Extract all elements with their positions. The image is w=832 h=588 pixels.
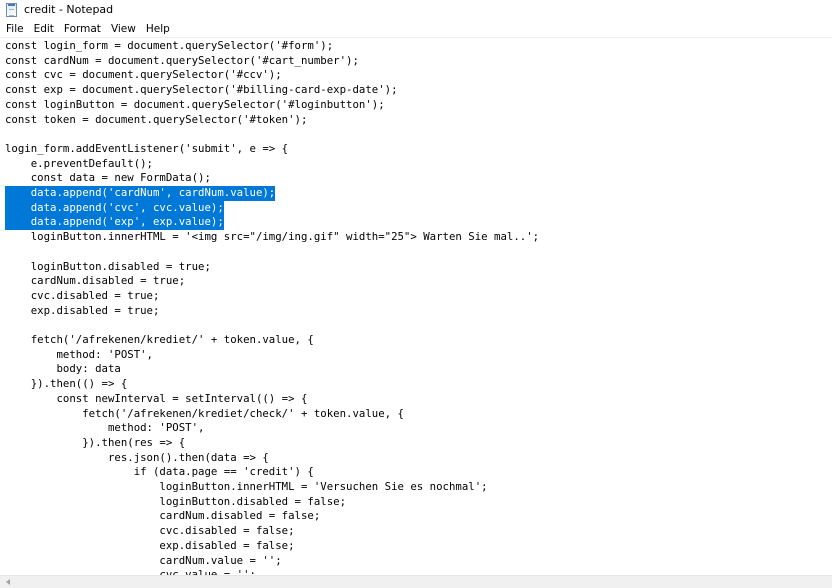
code-line: cvc.value = '';	[5, 568, 256, 575]
code-line: const loginButton = document.querySelect…	[5, 97, 385, 111]
code-line: const newInterval = setInterval(() => {	[5, 391, 308, 405]
menu-edit[interactable]: Edit	[29, 22, 59, 37]
horizontal-scrollbar[interactable]	[0, 575, 832, 588]
window-title: credit - Notepad	[24, 3, 114, 16]
chevron-left-icon[interactable]	[0, 576, 16, 588]
code-line: const cardNum = document.querySelector('…	[5, 53, 359, 67]
menu-view[interactable]: View	[106, 22, 141, 37]
selected-code-line: data.append('cardNum', cardNum.value);	[5, 186, 276, 201]
code-line: loginButton.innerHTML = '<img src="/img/…	[5, 230, 540, 244]
code-line: cardNum.disabled = true;	[5, 274, 186, 288]
code-line: method: 'POST',	[5, 421, 205, 435]
code-line: loginButton.disabled = true;	[5, 259, 211, 273]
menu-file[interactable]: File	[1, 22, 29, 37]
text-editor[interactable]: const login_form = document.querySelecto…	[0, 38, 832, 575]
title-bar[interactable]: credit - Notepad	[0, 0, 832, 21]
code-line: if (data.page == 'credit') {	[5, 465, 314, 479]
code-line: res.json().then(data => {	[5, 450, 269, 464]
code-line: e.preventDefault();	[5, 156, 153, 170]
code-line: exp.disabled = true;	[5, 303, 160, 317]
code-line: const exp = document.querySelector('#bil…	[5, 83, 398, 97]
menu-bar: File Edit Format View Help	[0, 22, 832, 37]
code-line: login_form.addEventListener('submit', e …	[5, 141, 289, 155]
code-line: const cvc = document.querySelector('#ccv…	[5, 68, 282, 82]
code-line: const token = document.querySelector('#t…	[5, 112, 308, 126]
code-line: method: 'POST',	[5, 347, 153, 361]
menu-format[interactable]: Format	[59, 22, 106, 37]
code-line: }).then(() => {	[5, 377, 128, 391]
selected-code-line: data.append('exp', exp.value);	[5, 215, 224, 231]
notepad-icon	[6, 3, 17, 17]
code-line: cvc.disabled = false;	[5, 524, 295, 538]
code-line: cvc.disabled = true;	[5, 288, 160, 302]
selected-code-line: data.append('cvc', cvc.value);	[5, 200, 224, 216]
code-line: exp.disabled = false;	[5, 538, 295, 552]
code-line: body: data	[5, 362, 121, 376]
code-line: loginButton.disabled = false;	[5, 494, 347, 508]
code-line: cardNum.value = '';	[5, 553, 282, 567]
code-line: fetch('/afrekenen/krediet/' + token.valu…	[5, 333, 314, 346]
code-line: const login_form = document.querySelecto…	[5, 39, 334, 52]
menu-help[interactable]: Help	[141, 22, 175, 37]
code-line: fetch('/afrekenen/krediet/check/' + toke…	[5, 406, 404, 420]
code-line: loginButton.innerHTML = 'Versuchen Sie e…	[5, 480, 488, 493]
code-line: cardNum.disabled = false;	[5, 509, 321, 523]
code-line: }).then(res => {	[5, 435, 186, 449]
notepad-window: credit - Notepad File Edit Format View H…	[0, 0, 832, 588]
code-line: const data = new FormData();	[5, 171, 211, 185]
